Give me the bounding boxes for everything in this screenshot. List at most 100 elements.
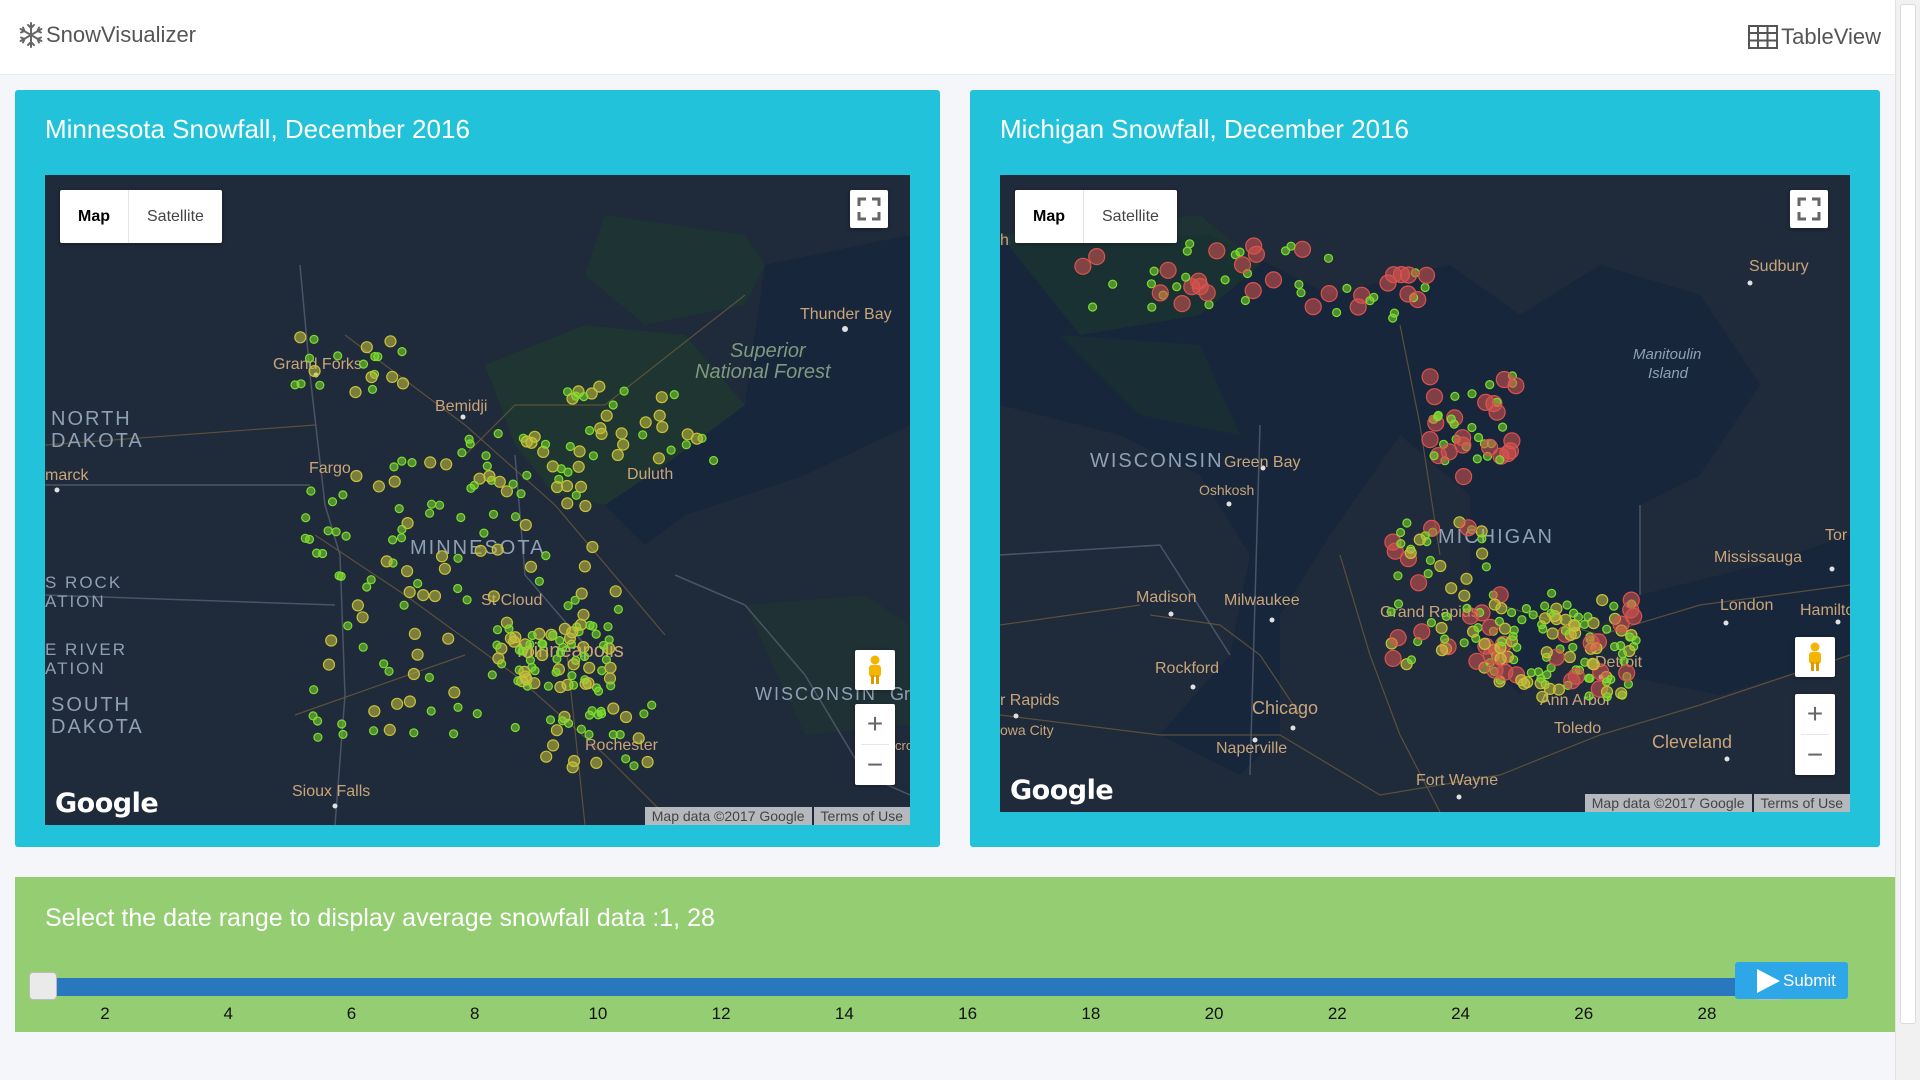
snowfall-marker [1446,414,1456,424]
snowfall-marker [524,560,538,573]
snowfall-marker [309,685,319,695]
zoom-out-button[interactable]: − [855,745,895,785]
terms-of-use-link[interactable]: Terms of Use [1753,794,1850,812]
slider-tick-label: 12 [711,1004,731,1023]
snowfall-marker [563,601,573,611]
map-type-map-button[interactable]: Map [60,190,129,243]
snowfall-marker [600,409,613,422]
snowfall-marker [590,756,603,770]
table-view-link[interactable]: TableView [1748,24,1881,50]
snowfall-marker [550,724,563,737]
slider-tick-label: 14 [834,1004,854,1023]
snowfall-marker [609,585,622,598]
date-range-slider-track[interactable] [52,978,1737,996]
snowfall-marker [530,666,540,676]
street-view-pegman[interactable] [855,650,895,690]
snowfall-marker [318,548,328,559]
snowfall-marker [1421,431,1439,449]
snowfall-marker [372,480,385,493]
snowfall-marker [356,611,369,624]
zoom-in-button[interactable]: + [1795,694,1835,734]
snowfall-marker [294,331,307,344]
snowfall-marker [1173,295,1191,313]
snowfall-marker [413,578,423,589]
page-scrollbar[interactable] [1895,0,1920,1080]
snowfall-marker [1396,527,1406,538]
place-label: Tor [1825,527,1848,544]
brand-link[interactable]: SnowVisualizer [18,22,196,48]
snowfall-marker [341,531,351,541]
snowfall-marker [1365,296,1375,306]
map-type-satellite-button[interactable]: Satellite [1084,190,1177,243]
snowfall-marker [1563,672,1581,690]
place-label: Fort Wayne [1416,772,1498,789]
snowfall-marker [558,622,572,635]
navbar: SnowVisualizer TableView [0,0,1895,75]
snowfall-marker [1618,664,1636,682]
snowfall-marker [563,467,573,477]
fullscreen-button[interactable] [850,190,888,228]
snowfall-marker [1208,242,1226,260]
snowfall-marker [619,710,633,724]
fullscreen-button[interactable] [1790,190,1828,228]
snowfall-marker [510,722,520,733]
snowfall-marker [1421,368,1439,386]
snowfall-marker [394,504,404,514]
snowfall-marker [1423,569,1433,579]
place-label: Hamilto [1800,602,1850,619]
snowfall-marker [438,562,451,575]
map-type-map-button[interactable]: Map [1015,190,1084,243]
snowfall-marker [368,705,381,718]
snowfall-marker [1538,612,1552,625]
date-range-label: Select the date range to display average… [45,904,715,932]
snowfall-marker [408,627,421,640]
place-label: DAKOTA [51,716,144,738]
michigan-panel: Michigan Snowfall, December 2016 h Sudbu… [970,90,1880,847]
zoom-in-button[interactable]: + [855,704,895,744]
snowfall-marker [369,726,379,736]
google-logo: Google [55,788,159,819]
submit-button[interactable]: Submit [1735,962,1848,999]
date-range-panel: Select the date range to display average… [15,877,1895,1032]
snowfall-marker [1459,638,1469,648]
snowfall-marker [397,456,407,466]
snowfall-marker [1495,370,1513,389]
place-label: E RIVER [45,640,127,659]
snowfall-marker [380,555,393,568]
slider-start-handle[interactable] [29,972,58,1000]
snowfall-marker [334,571,344,581]
pegman-icon [869,655,881,684]
snowfall-marker [579,392,589,402]
snowfall-marker [619,386,629,396]
snowfall-marker [1384,649,1402,667]
snowfall-marker [1413,623,1431,641]
snowfall-marker [1495,455,1505,465]
michigan-map-canvas: h Sudbury Manitoulin Island WISCONSIN Gr… [1000,175,1850,812]
zoom-out-button[interactable]: − [1795,735,1835,775]
place-label: NORTH [51,408,132,430]
minnesota-map[interactable]: Thunder Bay Superior National Forest Gra… [45,175,910,825]
snowfall-marker [606,681,616,691]
snowfall-marker [391,697,404,710]
snowfall-marker [639,709,649,719]
map-type-control: Map Satellite [60,190,222,243]
fullscreen-icon [857,197,881,221]
street-view-pegman[interactable] [1795,637,1835,677]
snowfall-marker [1151,284,1169,302]
map-type-satellite-button[interactable]: Satellite [129,190,222,243]
snowfall-marker [1185,239,1195,249]
snowfall-marker [1435,644,1449,657]
snowfall-marker [583,661,596,674]
snowfall-marker [585,620,595,630]
table-icon [1748,25,1779,49]
snowfall-marker [491,543,504,556]
snowfall-marker [479,528,489,538]
snowfall-marker [389,462,399,472]
place-label: SOUTH [51,694,131,716]
michigan-map[interactable]: h Sudbury Manitoulin Island WISCONSIN Gr… [1000,175,1850,812]
terms-of-use-link[interactable]: Terms of Use [813,807,910,825]
snowfall-marker [428,589,442,603]
snowfall-marker [1235,247,1245,257]
place-label: Sudbury [1749,258,1809,275]
scrollbar-thumb[interactable] [1900,4,1916,1024]
